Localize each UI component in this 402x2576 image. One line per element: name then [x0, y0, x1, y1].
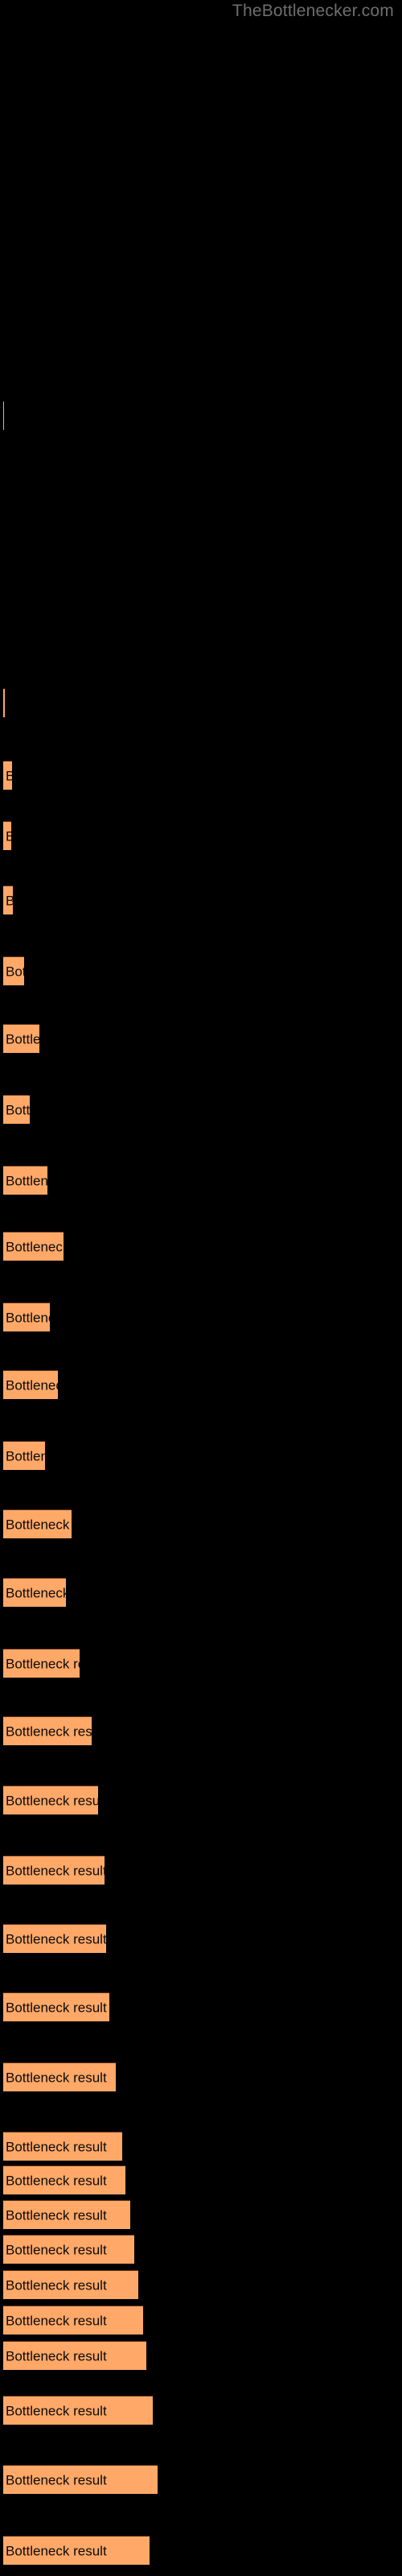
chart-bar[interactable]: Bottleneck result: [3, 1509, 72, 1538]
bar-row: Bottleneck result: [3, 2341, 146, 2370]
chart-bar[interactable]: Bottleneck result: [3, 2235, 134, 2264]
chart-bar[interactable]: Bottleneck result: [3, 1441, 45, 1470]
bar-label: Bottleneck result: [6, 2070, 107, 2085]
bar-row: Bottleneck result: [3, 2132, 122, 2161]
bar-label: Bottleneck result: [6, 1102, 30, 1117]
chart-bar[interactable]: Bottleneck result: [3, 2165, 125, 2194]
bar-row: Bottleneck result: [3, 2270, 138, 2299]
bar-row: Bottleneck result: [3, 2396, 153, 2425]
bar-row: Bottleneck result: [3, 1509, 72, 1538]
bar-row: Bottleneck result: [3, 1856, 105, 1885]
bar-label: Bottleneck result: [6, 2313, 107, 2328]
bar-row: Bottleneck result: [3, 2165, 125, 2194]
bar-row: Bottleneck result: [3, 761, 12, 790]
chart-bar[interactable]: Bottleneck result: [3, 2536, 150, 2565]
bar-row: Bottleneck result: [3, 2062, 116, 2091]
chart-root: TheBottlenecker.com Bottleneck resultBot…: [0, 0, 402, 2576]
bar-label: Bottleneck result: [6, 1310, 50, 1325]
bar-label: Bottleneck result: [6, 2403, 107, 2418]
bar-row: Bottleneck result: [3, 1578, 66, 1607]
bar-label: Bottleneck result: [6, 1517, 72, 1532]
chart-bar[interactable]: Bottleneck result: [3, 1095, 30, 1124]
bar-row: Bottleneck result: [3, 2465, 158, 2494]
bar-label: Bottleneck result: [6, 2348, 107, 2363]
bar-label: Bottleneck result: [6, 1173, 47, 1188]
bar-label: Bottleneck result: [6, 1585, 66, 1600]
bar-label: Bottleneck result: [6, 2543, 107, 2558]
chart-bar[interactable]: Bottleneck result: [3, 2200, 130, 2229]
bar-label: Bottleneck result: [6, 829, 11, 843]
chart-bar[interactable]: Bottleneck result: [3, 1785, 98, 1814]
bar-row: Bottleneck result: [3, 1992, 109, 2021]
chart-bar[interactable]: Bottleneck result: [3, 1716, 92, 1745]
bar-label: Bottleneck result: [6, 964, 24, 979]
bar-row: Bottleneck result: [3, 401, 4, 430]
chart-bar[interactable]: Bottleneck result: [3, 761, 12, 790]
bar-label: Bottleneck result: [6, 1239, 64, 1254]
bar-row: Bottleneck result: [3, 1095, 30, 1124]
chart-bar[interactable]: Bottleneck result: [3, 956, 24, 985]
bar-row: Bottleneck result: [3, 1370, 58, 1399]
bar-row: Bottleneck result: [3, 956, 24, 985]
bar-chart-plot-area: Bottleneck result Bottleneck result Bottle…: [0, 0, 402, 2576]
bar-label: Bottleneck result: [6, 2277, 107, 2293]
bar-label: Bottleneck result: [6, 769, 12, 782]
bar-row: Bottleneck result: [3, 821, 11, 850]
bar-label: Bottleneck result: [6, 2242, 107, 2257]
chart-bar[interactable]: Bottleneck result: [3, 1302, 50, 1331]
chart-bar[interactable]: Bottleneck result: [3, 2062, 116, 2091]
bar-row: Bottleneck result: [3, 1785, 98, 1814]
bar-label: Bottleneck result: [6, 1931, 106, 1946]
bar-row: Bottleneck result: [3, 1441, 45, 1470]
bar-row: Bottleneck result: [3, 2536, 150, 2565]
chart-bar[interactable]: Bottleneck result: [3, 1856, 105, 1885]
bar-row: Bottleneck result: [3, 1302, 50, 1331]
bar-label: Bottleneck result: [6, 894, 13, 907]
chart-bar[interactable]: Bottleneck result: [3, 1649, 80, 1678]
chart-bar[interactable]: Bottleneck result: [3, 2270, 138, 2299]
bar-row: Bottleneck result: [3, 2200, 130, 2229]
bar-row: Bottleneck result: [3, 688, 5, 717]
bar-label: Bottleneck result: [6, 1793, 98, 1808]
chart-bar[interactable]: Bottleneck result: [3, 1370, 58, 1399]
chart-bar[interactable]: Bottleneck result: [3, 2132, 122, 2161]
chart-bar[interactable]: Bottleneck result: [3, 1166, 47, 1195]
chart-bar[interactable]: Bottleneck result: [3, 2306, 143, 2334]
bar-label: Bottleneck result: [6, 1863, 105, 1878]
bar-row: Bottleneck result: [3, 2306, 143, 2334]
chart-bar[interactable]: Bottleneck result: [3, 1578, 66, 1607]
chart-bar[interactable]: Bottleneck result: [3, 1992, 109, 2021]
chart-bar[interactable]: Bottleneck result: [3, 401, 4, 430]
bar-label: Bottleneck result: [6, 1031, 39, 1046]
bar-row: Bottleneck result: [3, 1924, 106, 1953]
bar-row: Bottleneck result: [3, 1232, 64, 1261]
bar-row: Bottleneck result: [3, 1649, 80, 1678]
chart-bar[interactable]: Bottleneck result: [3, 2341, 146, 2370]
bar-label: Bottleneck result: [6, 2000, 107, 2015]
bar-label: Bottleneck result: [6, 1724, 92, 1739]
chart-bar[interactable]: Bottleneck result: [3, 1232, 64, 1261]
bar-row: Bottleneck result: [3, 1024, 39, 1053]
chart-bar[interactable]: Bottleneck result: [3, 1024, 39, 1053]
bar-label: Bottleneck result: [6, 2472, 107, 2487]
chart-bar[interactable]: Bottleneck result: [3, 886, 13, 914]
bar-label: Bottleneck result: [6, 2139, 107, 2154]
bar-row: Bottleneck result: [3, 1716, 92, 1745]
bar-label: Bottleneck result: [6, 2173, 107, 2188]
chart-bar[interactable]: Bottleneck result: [3, 2396, 153, 2425]
bar-label: Bottleneck result: [6, 1656, 80, 1671]
chart-bar[interactable]: Bottleneck result: [3, 1924, 106, 1953]
bar-row: Bottleneck result: [3, 1166, 47, 1195]
chart-bar[interactable]: Bottleneck result: [3, 821, 11, 850]
bar-label: Bottleneck result: [6, 1448, 45, 1463]
bar-row: Bottleneck result: [3, 886, 13, 914]
chart-bar[interactable]: Bottleneck result: [3, 688, 5, 717]
bar-row: Bottleneck result: [3, 2235, 134, 2264]
chart-bar[interactable]: Bottleneck result: [3, 2465, 158, 2494]
bar-label: Bottleneck result: [6, 1377, 58, 1393]
bar-label: Bottleneck result: [6, 2207, 107, 2223]
